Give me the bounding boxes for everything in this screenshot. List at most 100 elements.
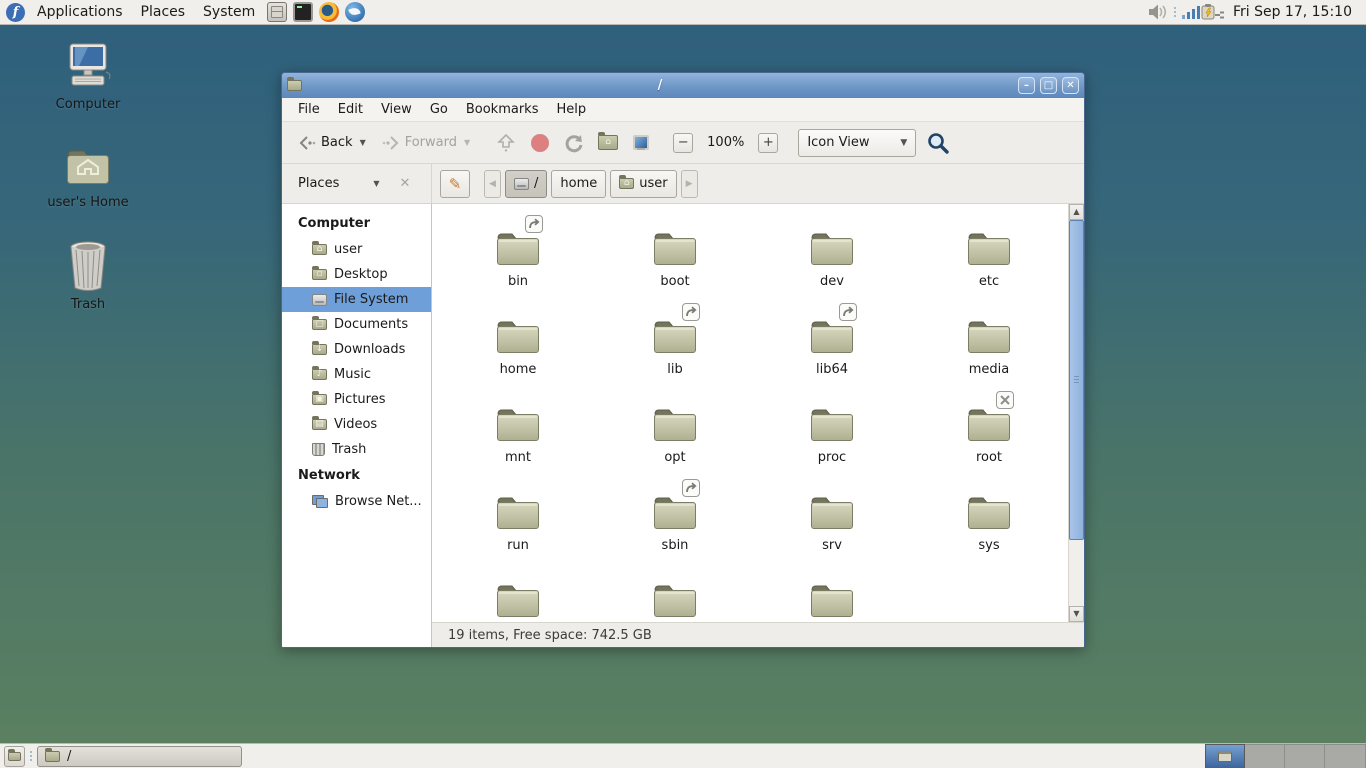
path-scroll-left-button[interactable]: ◀: [484, 170, 501, 198]
email-client-icon[interactable]: [345, 2, 365, 22]
places-sidebar: Computer user Desktop File System Docume…: [282, 204, 432, 647]
menu-applications[interactable]: Applications: [28, 0, 132, 25]
reload-icon: [564, 133, 584, 153]
sidebar-item-trash[interactable]: Trash: [282, 437, 431, 462]
emblem-icon: [839, 303, 857, 321]
desktop-icon-trash[interactable]: Trash: [33, 240, 143, 312]
folder-item[interactable]: opt: [610, 405, 740, 467]
sidebar-item-documents[interactable]: Documents: [282, 312, 431, 337]
back-button[interactable]: Back ▼: [292, 131, 372, 155]
places-select[interactable]: Places: [298, 176, 339, 191]
path-segment-home[interactable]: home: [551, 170, 606, 198]
task-button-file-manager[interactable]: /: [37, 746, 242, 767]
show-desktop-button[interactable]: [4, 746, 25, 767]
folder-item[interactable]: root: [924, 405, 1054, 467]
terminal-icon[interactable]: [293, 2, 313, 22]
folder-item[interactable]: home: [453, 317, 583, 379]
menu-go[interactable]: Go: [422, 102, 456, 117]
folder-item[interactable]: lib64: [767, 317, 897, 379]
sidebar-item-user[interactable]: user: [282, 237, 431, 262]
menu-edit[interactable]: Edit: [330, 102, 371, 117]
folder-item[interactable]: bin: [453, 229, 583, 291]
minimize-button[interactable]: –: [1018, 77, 1035, 94]
edit-location-button[interactable]: ✎: [440, 170, 470, 198]
window-title: /: [307, 78, 1013, 93]
path-segment-user[interactable]: user: [610, 170, 676, 198]
folder-item[interactable]: sbin: [610, 493, 740, 555]
search-button[interactable]: [926, 131, 950, 155]
volume-icon[interactable]: [1147, 3, 1169, 21]
folder-item[interactable]: dev: [767, 229, 897, 291]
forward-button[interactable]: Forward ▼: [376, 131, 476, 155]
clock[interactable]: Fri Sep 17, 15:10: [1227, 4, 1360, 20]
close-button[interactable]: ✕: [1062, 77, 1079, 94]
network-signal-icon[interactable]: [1181, 4, 1201, 20]
desktop-icon-home[interactable]: user's Home: [33, 142, 143, 210]
sidebar-item-file-system[interactable]: File System: [282, 287, 431, 312]
view-mode-select[interactable]: Icon View ▼: [798, 129, 916, 157]
workspace-2[interactable]: [1245, 744, 1285, 768]
folder-item[interactable]: srv: [767, 493, 897, 555]
file-manager-icon[interactable]: [267, 2, 287, 22]
desktop-icon-computer[interactable]: Computer: [33, 42, 143, 112]
folder-item[interactable]: media: [924, 317, 1054, 379]
top-panel: f Applications Places System Fri Sep 17,…: [0, 0, 1366, 25]
battery-plug-icon[interactable]: [1201, 3, 1227, 21]
sidebar-item-desktop[interactable]: Desktop: [282, 262, 431, 287]
path-scroll-right-button[interactable]: ▶: [681, 170, 698, 198]
desktop-icon-label: Computer: [56, 97, 121, 112]
zoom-out-button[interactable]: −: [673, 133, 693, 153]
folder-item[interactable]: run: [453, 493, 583, 555]
up-button[interactable]: [494, 131, 518, 155]
file-manager-window: / – □ ✕ File Edit View Go Bookmarks Help…: [281, 72, 1085, 648]
sidebar-item-music[interactable]: Music: [282, 362, 431, 387]
back-dropdown-caret[interactable]: ▼: [360, 138, 366, 147]
places-caret-icon[interactable]: ▼: [373, 179, 379, 188]
folder-icon: [495, 493, 541, 531]
scroll-down-icon[interactable]: ▼: [1069, 606, 1084, 622]
stop-button[interactable]: [528, 131, 552, 155]
computer-button[interactable]: [630, 131, 654, 155]
folder-item[interactable]: [767, 581, 897, 622]
distro-logo-icon[interactable]: f: [6, 3, 25, 22]
menubar: File Edit View Go Bookmarks Help: [282, 98, 1084, 122]
workspace-3[interactable]: [1285, 744, 1325, 768]
vertical-scrollbar[interactable]: ▲ ▼: [1068, 204, 1084, 622]
folder-item[interactable]: lib: [610, 317, 740, 379]
sidebar-close-icon[interactable]: ✕: [400, 176, 411, 191]
titlebar[interactable]: / – □ ✕: [282, 73, 1084, 98]
folder-item[interactable]: etc: [924, 229, 1054, 291]
folder-name: dev: [820, 274, 844, 290]
bottom-panel: /: [0, 743, 1366, 768]
firefox-icon[interactable]: [319, 2, 339, 22]
folder-item[interactable]: proc: [767, 405, 897, 467]
sidebar-item-browse-network[interactable]: Browse Net...: [282, 489, 431, 514]
scrollbar-track[interactable]: [1069, 220, 1084, 606]
folder-item[interactable]: boot: [610, 229, 740, 291]
sidebar-item-pictures[interactable]: Pictures: [282, 387, 431, 412]
home-button[interactable]: [596, 131, 620, 155]
maximize-button[interactable]: □: [1040, 77, 1057, 94]
zoom-in-button[interactable]: +: [758, 133, 778, 153]
menu-view[interactable]: View: [373, 102, 420, 117]
sidebar-item-videos[interactable]: Videos: [282, 412, 431, 437]
menu-help[interactable]: Help: [548, 102, 594, 117]
window-folder-icon: [45, 751, 60, 762]
menu-places[interactable]: Places: [132, 0, 195, 25]
sidebar-item-downloads[interactable]: Downloads: [282, 337, 431, 362]
folder-item[interactable]: sys: [924, 493, 1054, 555]
scrollbar-thumb[interactable]: [1069, 220, 1084, 540]
folder-name: media: [969, 362, 1010, 378]
menu-system[interactable]: System: [194, 0, 264, 25]
folder-item[interactable]: [453, 581, 583, 622]
workspace-1-active[interactable]: [1205, 744, 1245, 768]
folder-item[interactable]: [610, 581, 740, 622]
folder-name: sbin: [662, 538, 689, 554]
menu-bookmarks[interactable]: Bookmarks: [458, 102, 547, 117]
menu-file[interactable]: File: [290, 102, 328, 117]
path-segment-root[interactable]: /: [505, 170, 547, 198]
reload-button[interactable]: [562, 131, 586, 155]
folder-item[interactable]: mnt: [453, 405, 583, 467]
workspace-4[interactable]: [1325, 744, 1366, 768]
scroll-up-icon[interactable]: ▲: [1069, 204, 1084, 220]
